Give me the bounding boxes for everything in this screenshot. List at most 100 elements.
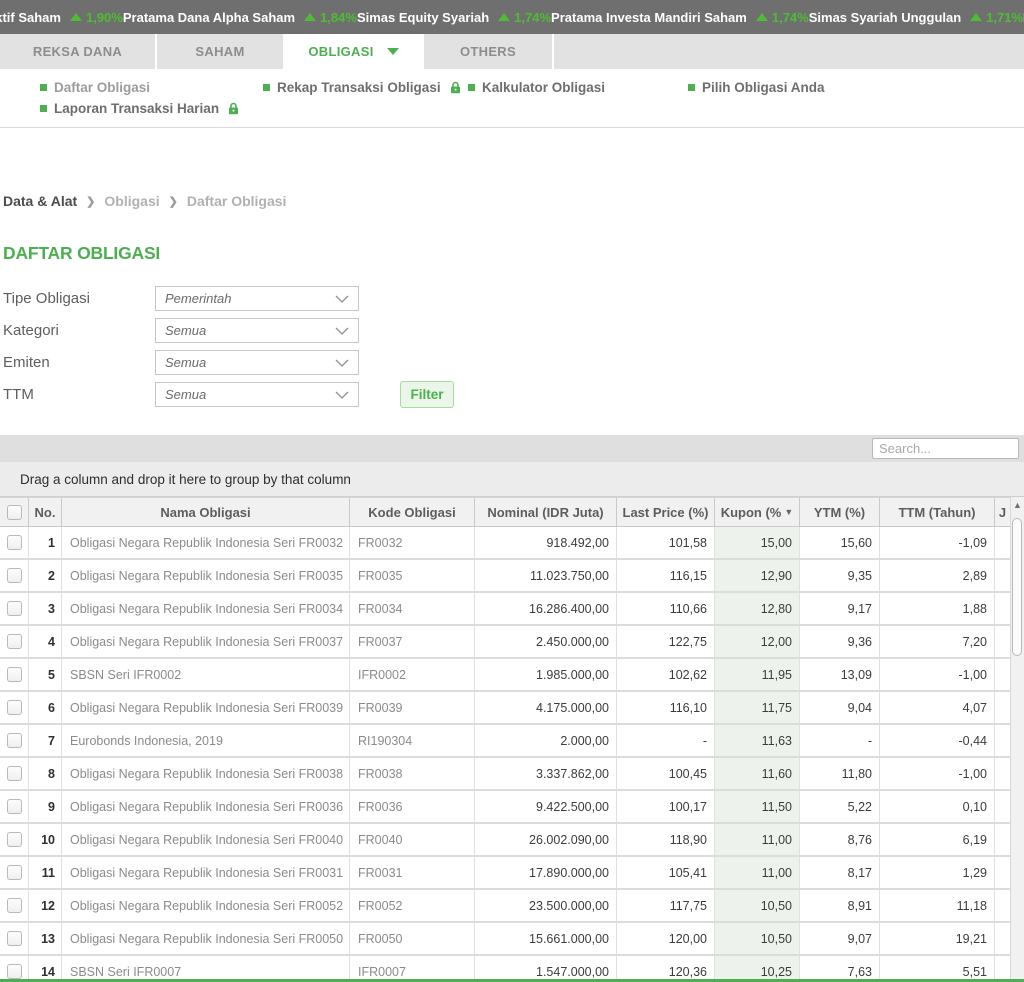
cell-kupon: 11,60 [715,758,800,789]
cell-nominal: 23.500.000,00 [475,890,617,921]
cell-nominal: 3.337.862,00 [475,758,617,789]
ticker-change: 1,71% [986,10,1023,25]
submenu-item-daftar-obligasi[interactable]: Daftar Obligasi [40,80,150,95]
column-header-kode-obligasi[interactable]: Kode Obligasi [350,498,475,526]
column-label: J [999,505,1006,520]
cell-no: 1 [29,527,62,558]
cell-jatuh-tempo [995,626,1010,657]
column-label: Nominal (IDR Juta) [487,505,603,520]
ticker-item[interactable]: Pratama Dana Alpha Saham 1,84% [123,10,357,25]
row-checkbox[interactable] [7,568,22,583]
cell-kode-obligasi: IFR0002 [350,659,475,690]
row-checkbox[interactable] [7,766,22,781]
cell-ttm: 1,88 [880,593,995,624]
ttm-select[interactable]: Semua [155,382,359,407]
cell-kupon: 10,50 [715,890,800,921]
cell-kode-obligasi: FR0050 [350,923,475,954]
submenu-label: Laporan Transaksi Harian [54,101,219,116]
cell-ytm: 5,22 [800,791,880,822]
column-header-jatuh-tempo[interactable]: J [995,498,1010,526]
column-header-last-price[interactable]: Last Price (%) [617,498,715,526]
row-select-cell [0,923,29,954]
select-value: Semua [165,323,206,338]
cell-ytm: 8,17 [800,857,880,888]
cell-ttm: -1,00 [880,659,995,690]
ticker-item[interactable]: aktif Saham 1,90% [0,10,123,25]
row-checkbox[interactable] [7,733,22,748]
table-row: 13 Obligasi Negara Republik Indonesia Se… [0,923,1010,956]
cell-last-price: - [617,725,715,756]
row-checkbox[interactable] [7,601,22,616]
search-input[interactable] [872,438,1019,459]
row-select-cell [0,560,29,591]
column-header-nama-obligasi[interactable]: Nama Obligasi [62,498,350,526]
submenu-item-rekap-transaksi-obligasi[interactable]: Rekap Transaksi Obligasi [263,80,461,95]
cell-nama-obligasi: Obligasi Negara Republik Indonesia Seri … [62,923,350,954]
tab-saham[interactable]: SAHAM [157,34,285,69]
tab-obligasi[interactable]: OBLIGASI [285,34,424,69]
group-by-dropzone[interactable]: Drag a column and drop it here to group … [0,462,1024,497]
tab-others[interactable]: OTHERS [424,34,554,69]
cell-jatuh-tempo [995,560,1010,591]
table-row: 6 Obligasi Negara Republik Indonesia Ser… [0,692,1010,725]
change-up-icon [304,13,316,21]
table-scrollbar[interactable]: ▲ [1010,497,1024,982]
row-checkbox[interactable] [7,898,22,913]
cell-kupon: 11,50 [715,791,800,822]
table-row: 5 SBSN Seri IFR0002 IFR0002 1.985.000,00… [0,659,1010,692]
chevron-down-icon [335,327,349,335]
column-label: Nama Obligasi [160,505,250,520]
scroll-up-icon[interactable]: ▲ [1011,497,1024,513]
submenu-item-pilih-obligasi-anda[interactable]: Pilih Obligasi Anda [688,80,825,95]
table-row: 10 Obligasi Negara Republik Indonesia Se… [0,824,1010,857]
column-header-nominal[interactable]: Nominal (IDR Juta) [475,498,617,526]
select-all-checkbox[interactable] [7,505,22,520]
tab-reksa-dana[interactable]: REKSA DANA [0,34,157,69]
row-checkbox[interactable] [7,865,22,880]
column-header-no[interactable]: No. [29,498,62,526]
cell-nama-obligasi: Obligasi Negara Republik Indonesia Seri … [62,758,350,789]
ticker-item[interactable]: Simas Syariah Unggulan 1,71% [809,10,1023,25]
breadcrumb-obligasi[interactable]: Obligasi [104,193,159,209]
cell-no: 3 [29,593,62,624]
row-checkbox[interactable] [7,931,22,946]
ticker-item[interactable]: Pratama Investa Mandiri Saham 1,74% [551,10,809,25]
submenu-label: Kalkulator Obligasi [482,80,605,95]
submenu-item-laporan-transaksi-harian[interactable]: Laporan Transaksi Harian [40,101,239,116]
select-value: Pemerintah [165,291,231,306]
submenu-label: Rekap Transaksi Obligasi [277,80,441,95]
ticker-change: 1,74% [772,10,809,25]
kategori-select[interactable]: Semua [155,318,359,343]
cell-no: 8 [29,758,62,789]
row-checkbox[interactable] [7,667,22,682]
chevron-right-icon: ❯ [169,195,178,208]
column-header-ttm[interactable]: TTM (Tahun) [880,498,995,526]
cell-last-price: 102,62 [617,659,715,690]
cell-ttm: -1,09 [880,527,995,558]
column-header-kupon[interactable]: Kupon (% ▼ [715,498,800,526]
column-header-ytm[interactable]: YTM (%) [800,498,880,526]
table-row: 11 Obligasi Negara Republik Indonesia Se… [0,857,1010,890]
column-label: Last Price (%) [623,505,709,520]
row-checkbox[interactable] [7,964,22,979]
row-checkbox[interactable] [7,535,22,550]
breadcrumb-daftar-obligasi[interactable]: Daftar Obligasi [187,193,287,209]
cell-ytm: 9,07 [800,923,880,954]
ticker-item[interactable]: Simas Equity Syariah 1,74% [357,10,551,25]
bond-list-page: aktif Saham 1,90% Pratama Dana Alpha Sah… [0,0,1024,982]
table-row: 9 Obligasi Negara Republik Indonesia Ser… [0,791,1010,824]
row-checkbox[interactable] [7,799,22,814]
cell-last-price: 116,10 [617,692,715,723]
submenu-item-kalkulator-obligasi[interactable]: Kalkulator Obligasi [468,80,605,95]
scrollbar-thumb[interactable] [1012,518,1022,656]
cell-nominal: 1.985.000,00 [475,659,617,690]
row-select-cell [0,824,29,855]
row-checkbox[interactable] [7,832,22,847]
filter-button[interactable]: Filter [400,381,454,408]
breadcrumb-data-alat[interactable]: Data & Alat [3,193,77,209]
emiten-select[interactable]: Semua [155,350,359,375]
tipe-obligasi-select[interactable]: Pemerintah [155,286,359,311]
row-checkbox[interactable] [7,700,22,715]
row-checkbox[interactable] [7,634,22,649]
row-select-cell [0,791,29,822]
